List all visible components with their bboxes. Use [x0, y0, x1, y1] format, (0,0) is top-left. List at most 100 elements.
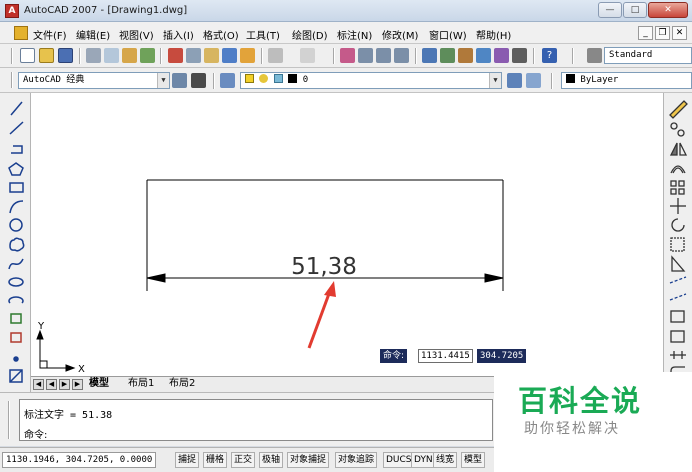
layer-dropdown[interactable]: 0 ▼	[240, 72, 502, 89]
cut-icon[interactable]	[168, 48, 183, 63]
drawing-document-icon[interactable]	[14, 26, 28, 40]
save-workspace-icon[interactable]	[191, 73, 206, 88]
tab-layout2[interactable]: 布局2	[169, 378, 195, 391]
autocad-app-icon[interactable]: A	[5, 4, 19, 18]
lightbulb-icon[interactable]	[245, 74, 254, 83]
window-title: AutoCAD 2007 - [Drawing1.dwg]	[24, 5, 188, 16]
menu-window[interactable]: 窗口(W)	[429, 27, 467, 42]
first-tab-icon[interactable]: ◀	[33, 379, 44, 390]
menu-dimension[interactable]: 标注(N)	[337, 27, 372, 42]
model-toggle[interactable]: 模型	[461, 452, 486, 468]
help-icon[interactable]: ?	[542, 48, 557, 63]
drawing-area[interactable]: 51,38 Y X	[31, 93, 663, 378]
tool-palettes-icon[interactable]	[458, 48, 473, 63]
copy-clip-icon[interactable]	[186, 48, 201, 63]
lineweight-toggle[interactable]: 线宽	[433, 452, 458, 468]
ducs-toggle[interactable]: DUCS	[383, 452, 415, 468]
menu-help[interactable]: 帮助(H)	[476, 27, 511, 42]
chevron-down-icon[interactable]: ▼	[157, 73, 169, 88]
ellipse-arc-icon	[8, 296, 24, 304]
menu-draw[interactable]: 绘图(D)	[292, 27, 328, 42]
otrack-toggle[interactable]: 对象追踪	[335, 452, 378, 468]
properties-icon[interactable]	[422, 48, 437, 63]
command-prompt[interactable]: 命令:	[24, 426, 47, 441]
join-icon	[670, 330, 685, 343]
command-history[interactable]: 标注文字 = 51.38 命令:	[19, 399, 493, 441]
sun-icon[interactable]	[259, 74, 269, 83]
zoom-realtime-icon[interactable]	[358, 48, 373, 63]
3d-dwf-icon[interactable]	[140, 48, 155, 63]
next-tab-icon[interactable]: ▶	[59, 379, 70, 390]
grid-toggle[interactable]: 栅格	[203, 452, 228, 468]
print-icon[interactable]	[86, 48, 101, 63]
undo-icon[interactable]	[268, 48, 283, 63]
dimension-text[interactable]: 51,38	[291, 254, 357, 280]
toolbar-separator	[551, 73, 553, 89]
extend-icon	[669, 293, 687, 301]
modify-toolbar	[663, 93, 692, 398]
workspace-settings-icon[interactable]	[172, 73, 187, 88]
command-window-grip[interactable]	[8, 401, 10, 439]
zoom-previous-icon[interactable]	[394, 48, 409, 63]
close-button[interactable]: ✕	[648, 2, 688, 18]
tab-layout1[interactable]: 布局1	[128, 378, 154, 391]
menu-format[interactable]: 格式(O)	[203, 27, 239, 42]
redo-icon[interactable]	[300, 48, 315, 63]
menu-edit[interactable]: 编辑(E)	[76, 27, 110, 42]
line-icon	[10, 101, 23, 116]
zoom-window-icon[interactable]	[376, 48, 391, 63]
ortho-toggle[interactable]: 正交	[231, 452, 256, 468]
snap-toggle[interactable]: 捕捉	[175, 452, 200, 468]
layers-toolbar: AutoCAD 经典 ▼ 0 ▼ ByLayer	[0, 68, 692, 93]
workspace-dropdown[interactable]: AutoCAD 经典 ▼	[18, 72, 170, 89]
construction-line-icon	[9, 121, 24, 135]
minimize-button[interactable]: —	[598, 2, 622, 18]
make-current-layer-icon[interactable]	[507, 73, 522, 88]
doc-minimize-button[interactable]: _	[638, 26, 653, 40]
menu-tools[interactable]: 工具(T)	[246, 27, 280, 42]
point-icon	[13, 356, 19, 362]
chevron-down-icon[interactable]: ▼	[489, 73, 501, 88]
match-properties-icon[interactable]	[222, 48, 237, 63]
maximize-button[interactable]: □	[623, 2, 647, 18]
doc-close-button[interactable]: ✕	[672, 26, 687, 40]
menu-view[interactable]: 视图(V)	[119, 27, 154, 42]
dyn-toggle[interactable]: DYN	[411, 452, 436, 468]
color-dropdown[interactable]: ByLayer	[561, 72, 692, 89]
menu-modify[interactable]: 修改(M)	[382, 27, 418, 42]
new-icon[interactable]	[20, 48, 35, 63]
lock-icon[interactable]	[273, 74, 283, 83]
menu-insert[interactable]: 插入(I)	[163, 27, 194, 42]
block-editor-icon[interactable]	[240, 48, 255, 63]
dynamic-input-label: 命令:	[380, 349, 408, 363]
dynamic-input-x-field[interactable]: 1131.4415	[418, 349, 473, 363]
doc-restore-button[interactable]: ❐	[655, 26, 670, 40]
save-icon[interactable]	[58, 48, 73, 63]
polygon-icon	[8, 162, 24, 176]
markup-icon[interactable]	[494, 48, 509, 63]
tab-model[interactable]: 模型	[89, 378, 109, 391]
polar-toggle[interactable]: 极轴	[259, 452, 284, 468]
calculator-icon[interactable]	[512, 48, 527, 63]
watermark: 百科全说 助你轻松解决	[494, 372, 692, 472]
text-style-icon[interactable]	[587, 48, 602, 63]
layer-previous-icon[interactable]	[526, 73, 541, 88]
prev-tab-icon[interactable]: ◀	[46, 379, 57, 390]
layer-manager-icon[interactable]	[220, 73, 235, 88]
menu-file[interactable]: 文件(F)	[33, 27, 67, 42]
pan-icon[interactable]	[340, 48, 355, 63]
open-icon[interactable]	[39, 48, 54, 63]
osnap-toggle[interactable]: 对象捕捉	[287, 452, 330, 468]
plot-preview-icon[interactable]	[104, 48, 119, 63]
coordinate-display[interactable]: 1130.1946, 304.7205, 0.0000	[2, 452, 157, 468]
text-style-dropdown[interactable]: Standard	[604, 47, 692, 64]
dynamic-input-y-field[interactable]: 304.7205	[477, 349, 527, 363]
sheet-set-icon[interactable]	[476, 48, 491, 63]
toolbar-grip	[11, 72, 13, 88]
publish-icon[interactable]	[122, 48, 137, 63]
last-tab-icon[interactable]: ▶	[72, 379, 83, 390]
workspace-value: AutoCAD 经典	[23, 75, 85, 85]
watermark-subtitle: 助你轻松解决	[524, 421, 620, 437]
paste-icon[interactable]	[204, 48, 219, 63]
design-center-icon[interactable]	[440, 48, 455, 63]
